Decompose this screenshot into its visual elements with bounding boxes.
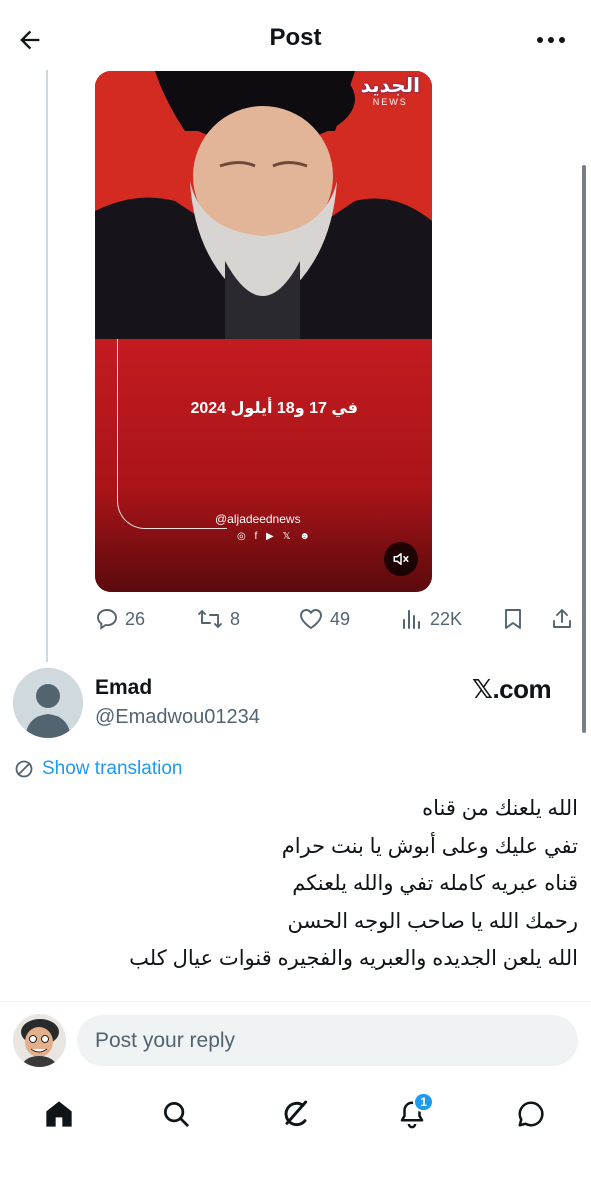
reply-composer: [0, 1002, 591, 1078]
bookmark-icon: [505, 609, 521, 629]
tab-notifications[interactable]: 1: [390, 1092, 434, 1136]
decorative-frame-line: [117, 339, 227, 529]
tab-home[interactable]: [37, 1092, 81, 1136]
reply-line: رحمك الله يا صاحب الوجه الحسن: [287, 909, 578, 933]
notifications-badge: 1: [413, 1092, 434, 1112]
reply-action[interactable]: 26: [95, 604, 145, 634]
caricature-avatar-image: [13, 1014, 66, 1067]
scrollbar[interactable]: [582, 165, 586, 733]
bookmark-button[interactable]: [502, 604, 530, 634]
grok-icon: [284, 1100, 308, 1127]
more-horizontal-icon: [537, 37, 565, 43]
repost-count: 8: [230, 608, 241, 629]
reply-body-text: الله يلعنك من قناه تفي عليك وعلى أبوش يا…: [20, 790, 578, 978]
translate-globe-icon: [15, 760, 33, 778]
video-frame-photo: الجديد NEWS: [95, 71, 432, 339]
reply-line: تفي عليك وعلى أبوش يا بنت حرام: [281, 834, 578, 858]
reply-input[interactable]: [77, 1015, 578, 1066]
like-action[interactable]: 49: [298, 604, 350, 634]
channel-logo-text: الجديد: [360, 75, 420, 97]
search-icon: [164, 1102, 189, 1127]
analytics-bars-icon: [403, 610, 420, 629]
reply-line: الله يلعنك من قناه: [422, 797, 578, 820]
reply-bubble-icon: [97, 609, 117, 630]
views-action[interactable]: 22K: [400, 604, 462, 634]
video-social-icons: ◎ f ▶ 𝕏 ☻: [237, 531, 313, 542]
user-avatar[interactable]: [13, 668, 83, 738]
video-player[interactable]: الجديد NEWS في 17 و18 أيلول 2024 @aljade…: [95, 71, 432, 592]
reply-line: قناه عبريه كامله تفي والله يلعنكم: [292, 872, 578, 895]
tab-messages[interactable]: [509, 1092, 553, 1136]
channel-logo-sub: NEWS: [372, 97, 408, 107]
bottom-tab-bar: 1: [0, 1078, 591, 1200]
reply-count: 26: [125, 608, 146, 629]
video-channel-handle: @aljadeednews: [215, 512, 301, 526]
speaker-portrait-image: [95, 71, 432, 339]
tab-search[interactable]: [154, 1092, 198, 1136]
top-bar: Post: [0, 0, 591, 78]
mute-toggle-button[interactable]: [384, 542, 418, 576]
post-actions-bar: 26 8 49 22K: [95, 604, 580, 634]
default-avatar-icon: [13, 668, 83, 738]
thread-connector-line: [46, 70, 48, 662]
like-count: 49: [330, 608, 351, 629]
page-title: Post: [269, 24, 322, 51]
channel-logo: الجديد NEWS: [361, 75, 420, 107]
tab-grok[interactable]: [273, 1092, 317, 1136]
show-translation-link[interactable]: Show translation: [14, 758, 182, 780]
more-options-button[interactable]: [531, 22, 571, 58]
speaker-muted-icon: [393, 553, 409, 565]
share-upload-icon: [553, 609, 571, 628]
xcom-brand-text: 𝕏.com: [472, 674, 552, 704]
video-date-caption: في 17 و18 أيلول 2024: [190, 400, 358, 417]
reply-line: الله يلعن الجديده والعبريه والفجيره قنوا…: [129, 947, 578, 970]
heart-icon: [300, 609, 322, 629]
share-button[interactable]: [550, 604, 580, 634]
view-count: 22K: [430, 608, 463, 629]
user-display-name[interactable]: Emad: [95, 676, 152, 700]
show-translation-label: Show translation: [42, 758, 183, 779]
home-icon: [46, 1101, 72, 1127]
user-handle[interactable]: @Emadwou01234: [95, 706, 260, 729]
message-bubble-icon: [518, 1101, 544, 1127]
my-avatar[interactable]: [13, 1014, 66, 1067]
repost-icon: [198, 610, 222, 628]
repost-action[interactable]: 8: [196, 604, 240, 634]
